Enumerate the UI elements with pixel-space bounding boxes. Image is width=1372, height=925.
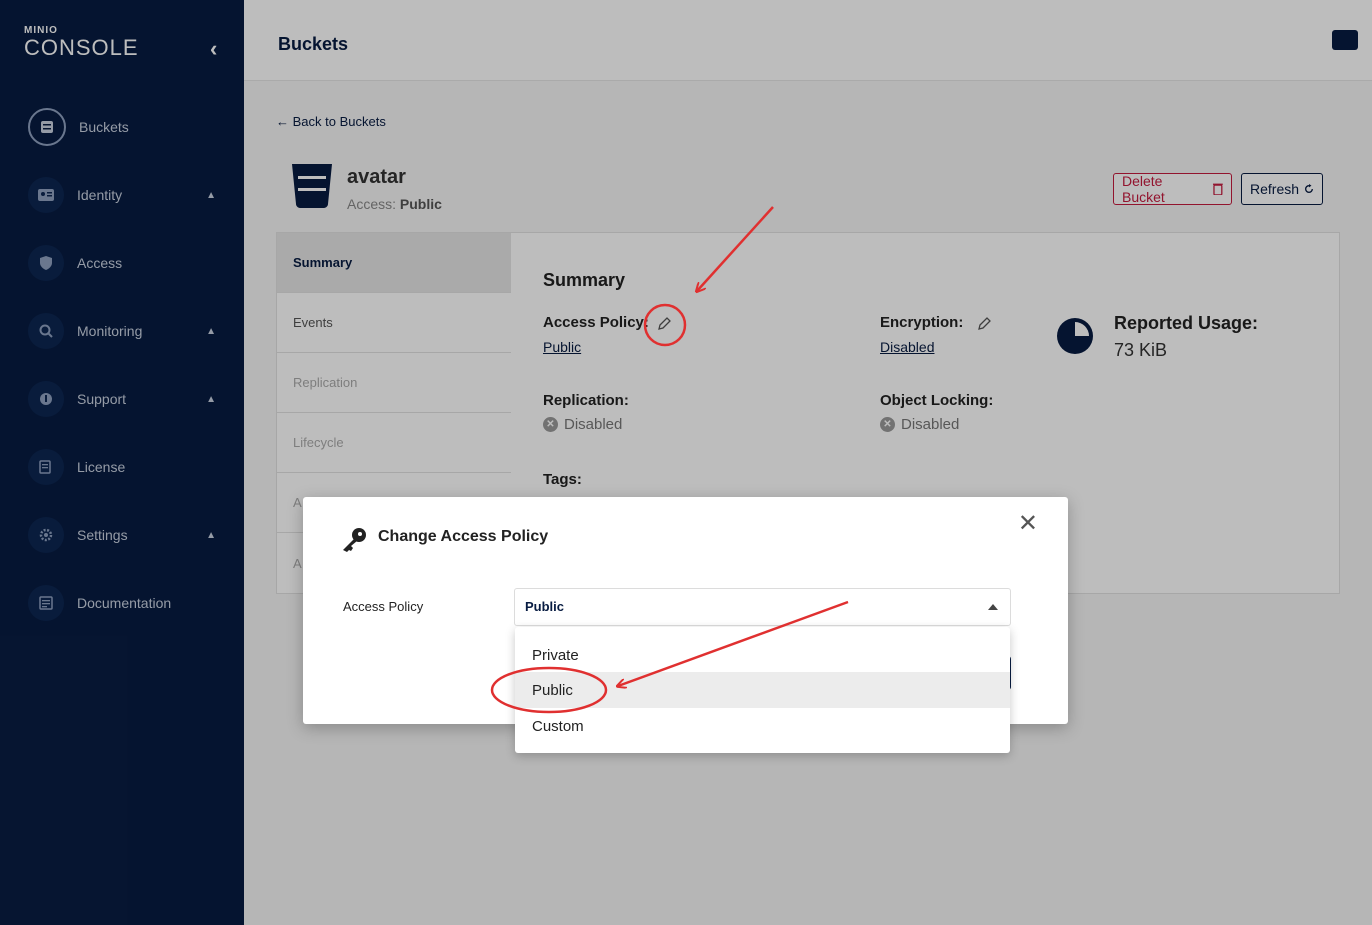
dialog-title: Change Access Policy	[378, 528, 549, 545]
access-policy-field-label: Access Policy	[343, 599, 424, 614]
key-icon	[343, 528, 366, 552]
caret-up-icon	[988, 604, 998, 610]
option-custom[interactable]: Custom	[515, 708, 1010, 744]
modal-backdrop[interactable]	[0, 0, 1372, 925]
option-public[interactable]: Public	[515, 672, 1010, 708]
close-icon[interactable]: ✕	[1018, 509, 1038, 538]
select-value: Public	[525, 599, 565, 614]
access-policy-options: Private Public Custom	[515, 627, 1010, 753]
access-policy-select[interactable]: Public	[514, 588, 1011, 626]
option-private[interactable]: Private	[515, 637, 1010, 673]
